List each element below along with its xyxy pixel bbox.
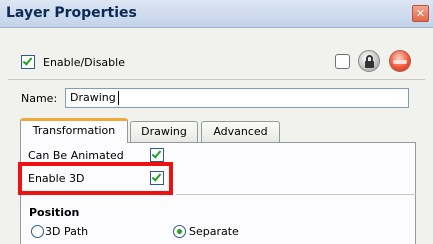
tab-drawing[interactable]: Drawing (130, 121, 198, 142)
text-caret (118, 91, 119, 105)
radio-selected-dot (177, 229, 182, 234)
window-title: Layer Properties (6, 5, 137, 21)
close-icon: ✕ (415, 7, 426, 20)
name-field[interactable]: Drawing (65, 88, 409, 108)
enable-3d-highlight (18, 162, 173, 195)
enable-disable-checkbox[interactable] (21, 55, 35, 69)
radio-separate[interactable] (173, 225, 186, 238)
color-swatch-icon[interactable] (389, 50, 411, 72)
divider (176, 194, 416, 195)
tab-transformation[interactable]: Transformation (20, 118, 128, 143)
check-mark-icon (151, 148, 162, 159)
can-be-animated-label: Can Be Animated (28, 149, 124, 162)
divider (8, 79, 425, 80)
empty-box-icon[interactable] (335, 54, 350, 69)
check-mark-icon (22, 55, 33, 66)
title-bar: Layer Properties ✕ (0, 0, 433, 28)
name-label: Name: (21, 92, 58, 105)
position-title: Position (29, 206, 80, 219)
tab-advanced[interactable]: Advanced (201, 121, 280, 142)
radio-separate-label: Separate (189, 225, 239, 238)
radio-3d-path[interactable] (31, 225, 44, 238)
lock-icon[interactable] (358, 50, 380, 72)
radio-3d-path-label: 3D Path (45, 225, 89, 238)
enable-disable-label: Enable/Disable (43, 56, 125, 69)
can-be-animated-checkbox[interactable] (150, 148, 164, 162)
close-button[interactable]: ✕ (412, 5, 429, 22)
